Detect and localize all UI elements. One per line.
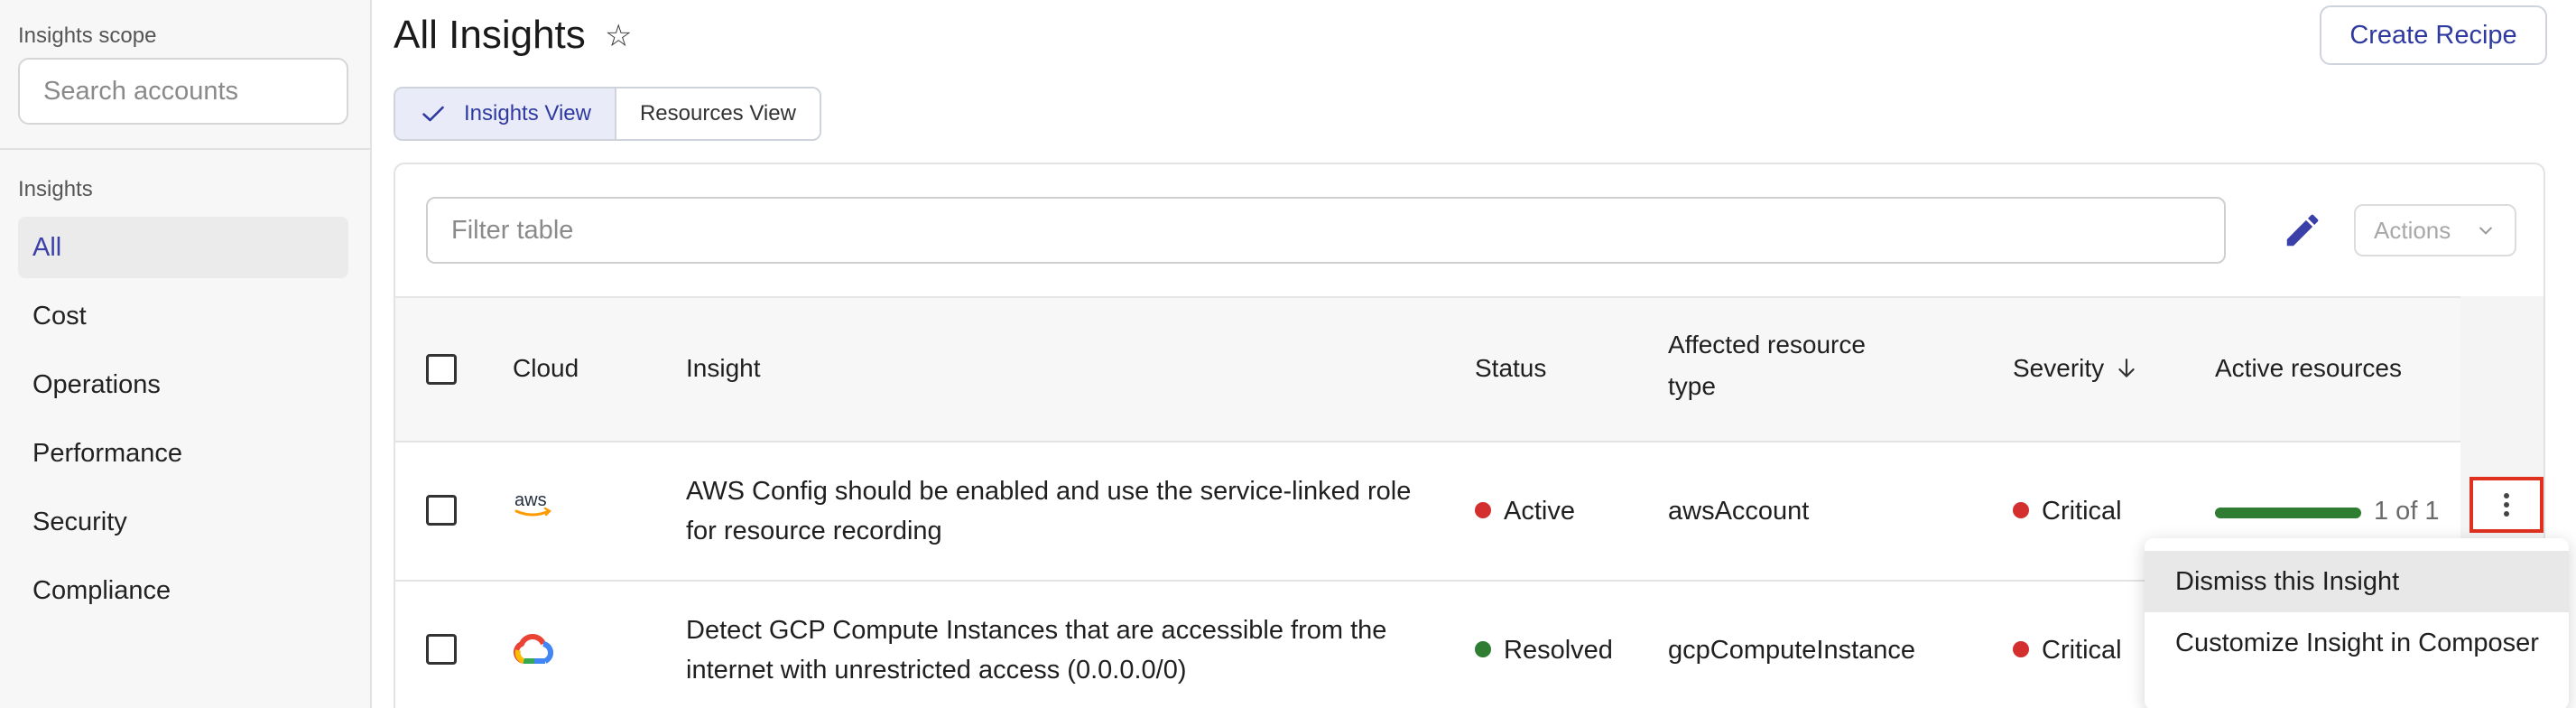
status-cell: Active: [1475, 491, 1575, 531]
insight-description[interactable]: AWS Config should be enabled and use the…: [686, 471, 1411, 551]
pencil-icon[interactable]: [2282, 210, 2323, 251]
status-dot: [1475, 502, 1491, 519]
column-header-affected-resource-type[interactable]: Affected resource type: [1668, 331, 1866, 401]
sidebar-item-cost[interactable]: Cost: [18, 285, 348, 347]
table-header: Cloud Insight Status Affected resource t…: [395, 296, 2544, 442]
sidebar-item-performance[interactable]: Performance: [18, 423, 348, 484]
resources-view-tab[interactable]: Resources View: [616, 88, 820, 139]
insights-section-label: Insights: [18, 177, 93, 201]
severity-label: Critical: [2042, 497, 2122, 526]
filter-table-input[interactable]: [426, 197, 2226, 264]
severity-header-label: Severity: [2013, 354, 2105, 382]
star-icon[interactable]: ☆: [605, 18, 632, 54]
aws-logo-icon: aws: [513, 489, 554, 525]
sidebar-item-compliance[interactable]: Compliance: [18, 560, 348, 621]
arrow-down-icon: [2118, 359, 2135, 377]
resource-type-cell: awsAccount: [1668, 497, 1810, 526]
resource-type-cell: gcpComputeInstance: [1668, 636, 1916, 665]
column-header-severity[interactable]: Severity: [2013, 354, 2138, 383]
dismiss-insight-menu-item[interactable]: Dismiss this Insight: [2145, 551, 2569, 612]
insight-description[interactable]: Detect GCP Compute Instances that are ac…: [686, 610, 1386, 690]
svg-text:aws: aws: [514, 490, 547, 510]
severity-dot: [2013, 502, 2029, 519]
status-cell: Resolved: [1475, 630, 1613, 670]
check-icon: [422, 106, 444, 122]
insights-sidebar: Insights scope Insights All Cost Operati…: [0, 0, 372, 708]
view-toggle: Insights View Resources View: [394, 87, 821, 141]
severity-cell: Critical: [2013, 491, 2122, 531]
sidebar-item-operations[interactable]: Operations: [18, 354, 348, 415]
insights-scope-label: Insights scope: [18, 23, 157, 48]
page-title: All Insights: [394, 13, 586, 57]
column-header-insight[interactable]: Insight: [686, 354, 761, 383]
column-header-active-resources[interactable]: Active resources: [2215, 354, 2402, 383]
severity-cell: Critical: [2013, 630, 2122, 670]
customize-insight-menu-item[interactable]: Customize Insight in Composer: [2145, 612, 2569, 674]
select-all-checkbox[interactable]: [426, 354, 457, 385]
active-resources-count: 1 of 1: [2374, 497, 2440, 526]
sidebar-item-security[interactable]: Security: [18, 491, 348, 553]
insight-line1: Detect GCP Compute Instances that are ac…: [686, 616, 1387, 645]
insights-view-label: Insights View: [464, 101, 591, 126]
insights-nav: All Cost Operations Performance Security…: [18, 217, 348, 629]
status-label: Resolved: [1504, 636, 1613, 665]
affected-header-line2: type: [1668, 372, 1716, 400]
affected-header-line1: Affected resource: [1668, 331, 1866, 359]
actions-label: Actions: [2374, 216, 2451, 244]
gcp-logo-icon: [513, 634, 554, 671]
row-actions-menu: Dismiss this Insight Customize Insight i…: [2145, 538, 2569, 708]
insight-line2: for resource recording: [686, 517, 942, 545]
row-checkbox[interactable]: [426, 634, 457, 665]
create-recipe-button[interactable]: Create Recipe: [2320, 5, 2547, 65]
sidebar-divider: [0, 148, 370, 150]
sidebar-item-all[interactable]: All: [18, 217, 348, 278]
more-vertical-icon: [2504, 493, 2509, 517]
severity-label: Critical: [2042, 636, 2122, 665]
actions-dropdown[interactable]: Actions: [2354, 204, 2516, 256]
insight-line1: AWS Config should be enabled and use the…: [686, 477, 1412, 506]
active-resources-bar: [2215, 508, 2361, 518]
status-label: Active: [1504, 497, 1575, 526]
severity-dot: [2013, 641, 2029, 658]
chevron-down-icon: [2479, 227, 2492, 235]
insight-line2: internet with unrestricted access (0.0.0…: [686, 656, 1187, 685]
row-actions-button[interactable]: [2469, 477, 2544, 533]
active-resources-fill: [2215, 508, 2361, 518]
insights-view-tab[interactable]: Insights View: [395, 88, 616, 139]
column-header-cloud[interactable]: Cloud: [513, 354, 579, 383]
status-dot: [1475, 641, 1491, 658]
search-accounts-input[interactable]: [18, 58, 348, 125]
row-checkbox[interactable]: [426, 495, 457, 526]
column-header-status[interactable]: Status: [1475, 354, 1546, 383]
